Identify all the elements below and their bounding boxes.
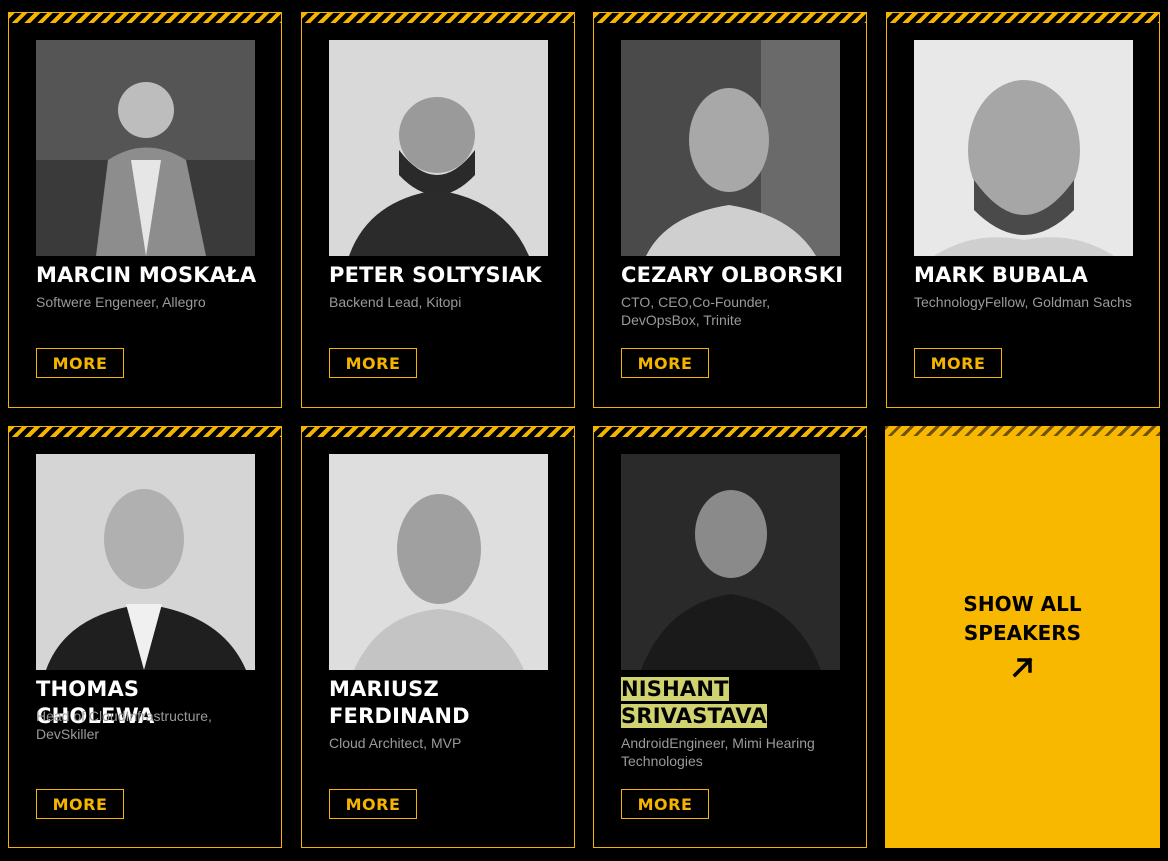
speaker-card: MARIUSZ FERDINAND Cloud Architect, MVP M… xyxy=(301,426,575,848)
speaker-photo xyxy=(329,454,548,670)
speaker-name: NISHANT SRIVASTAVA xyxy=(621,676,846,730)
speaker-name: MARCIN MOSKAŁA xyxy=(36,263,257,287)
speaker-photo xyxy=(621,40,840,256)
more-button[interactable]: MORE xyxy=(914,348,1002,378)
more-button[interactable]: MORE xyxy=(36,789,124,819)
more-button[interactable]: MORE xyxy=(621,348,709,378)
speaker-role: AndroidEngineer, Mimi Hearing Technologi… xyxy=(621,735,815,769)
speaker-role: Backend Lead, Kitopi xyxy=(329,294,462,310)
speaker-photo xyxy=(329,40,548,256)
hazard-stripe xyxy=(594,13,866,23)
hazard-stripe xyxy=(594,427,866,437)
speaker-card: PETER SOLTYSIAK Backend Lead, Kitopi MOR… xyxy=(301,12,575,408)
show-all-label: SHOW ALL SPEAKERS xyxy=(943,590,1103,648)
speaker-role: CTO, CEO,Co-Founder, DevOpsBox, Trinite xyxy=(621,294,771,328)
speaker-role: Head of CloudInfrastructure, DevSkiller xyxy=(36,708,212,742)
speaker-card: MARK BUBALA TechnologyFellow, Goldman Sa… xyxy=(886,12,1160,408)
speaker-photo xyxy=(36,454,255,670)
hazard-stripe xyxy=(9,427,281,437)
arrow-up-right-icon xyxy=(1010,654,1036,684)
speaker-card: MARCIN MOSKAŁA Softwere Engeneer, Allegr… xyxy=(8,12,282,408)
speaker-photo xyxy=(36,40,255,256)
speaker-role: Cloud Architect, MVP xyxy=(329,735,462,751)
speaker-role: TechnologyFellow, Goldman Sachs xyxy=(914,294,1132,310)
hazard-stripe xyxy=(9,13,281,23)
speaker-card: NISHANT SRIVASTAVA AndroidEngineer, Mimi… xyxy=(593,426,867,848)
speaker-name-line1: NISHANT xyxy=(621,677,729,701)
more-button[interactable]: MORE xyxy=(36,348,124,378)
speaker-photo xyxy=(914,40,1133,256)
more-button[interactable]: MORE xyxy=(329,348,417,378)
show-all-line1: SHOW ALL xyxy=(963,592,1082,616)
hazard-stripe xyxy=(887,13,1159,23)
speakers-grid: MARCIN MOSKAŁA Softwere Engeneer, Allegr… xyxy=(0,0,1168,861)
show-all-speakers-button[interactable]: SHOW ALL SPEAKERS xyxy=(885,426,1160,848)
speaker-name: MARK BUBALA xyxy=(914,263,1089,287)
hazard-stripe xyxy=(302,427,574,437)
show-all-line2: SPEAKERS xyxy=(963,621,1082,645)
speaker-card: CEZARY OLBORSKI CTO, CEO,Co-Founder, Dev… xyxy=(593,12,867,408)
hazard-stripe xyxy=(885,426,1160,436)
more-button[interactable]: MORE xyxy=(329,789,417,819)
speaker-photo xyxy=(621,454,840,670)
speaker-name: PETER SOLTYSIAK xyxy=(329,263,542,287)
speaker-card: THOMAS CHOLEWA Head of CloudInfrastructu… xyxy=(8,426,282,848)
speaker-name-line2: SRIVASTAVA xyxy=(621,704,767,728)
speaker-name: MARIUSZ FERDINAND xyxy=(329,677,470,728)
hazard-stripe xyxy=(302,13,574,23)
more-button[interactable]: MORE xyxy=(621,789,709,819)
speaker-name: CEZARY OLBORSKI xyxy=(621,263,844,287)
speaker-role: Softwere Engeneer, Allegro xyxy=(36,294,206,310)
